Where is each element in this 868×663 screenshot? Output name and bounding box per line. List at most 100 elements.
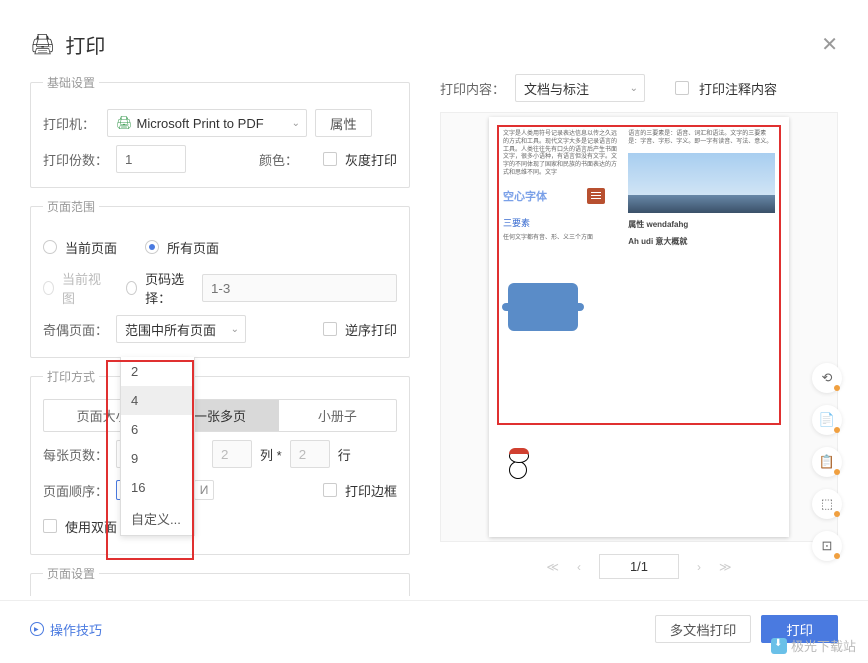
preview-area: 文字是人类用符号记录表达信息以传之久远的方式和工具。现代文字大多是记录语言的工具…	[440, 112, 838, 542]
col-label: 列 *	[260, 445, 282, 464]
odd-even-value: 范围中所有页面	[125, 320, 216, 339]
radio-all-pages[interactable]	[145, 240, 159, 254]
attr-text2: Ah udi 意大概就	[628, 236, 775, 247]
tool-scan-icon[interactable]: ⊡	[812, 531, 842, 561]
printer-label: 打印机：	[43, 114, 99, 133]
title-text: 打印	[65, 30, 105, 59]
watermark-logo-icon	[771, 638, 787, 654]
tool-crop-icon[interactable]: ⬚	[812, 489, 842, 519]
tips-link[interactable]: 操作技巧	[30, 620, 102, 639]
preview-text-right: 语言的三要素是：语音、词汇和语法。文字的三要素是：字音、字形、字义。即一字有读音…	[628, 131, 775, 147]
pages-per-sheet-label: 每张页数：	[43, 445, 108, 464]
attr-text1: 属性 wendafahg	[628, 219, 775, 230]
three-elements: 三要素	[503, 216, 618, 229]
order-reversen-icon[interactable]: И	[194, 480, 214, 500]
preview-panel: 打印内容： 文档与标注 ⌄ 打印注释内容 文字是人类用符号记录表达信息以传之久远	[430, 69, 848, 596]
method-tabs: 页面大小 一张多页 小册子	[43, 399, 397, 432]
preview-content: 文字是人类用符号记录表达信息以传之久远的方式和工具。现代文字大多是记录语言的工具…	[503, 131, 775, 331]
preview-text-block: 文字是人类用符号记录表达信息以传之久远的方式和工具。现代文字大多是记录语言的工具…	[503, 131, 618, 178]
print-content-label: 打印内容：	[440, 79, 505, 98]
preview-controls: 打印内容： 文档与标注 ⌄ 打印注释内容	[440, 74, 838, 102]
pages-per-sheet-dropdown: 2 4 6 9 16 自定义...	[120, 357, 195, 536]
tab-booklet[interactable]: 小册子	[279, 400, 396, 431]
radio-current-view	[43, 281, 54, 295]
dropdown-opt-4[interactable]: 4	[121, 386, 194, 415]
radio-page-select[interactable]	[126, 281, 137, 295]
dropdown-opt-custom[interactable]: 自定义...	[121, 502, 194, 535]
printer-select[interactable]: 🖨 Microsoft Print to PDF ⌄	[107, 109, 307, 137]
dialog-header: 🖨 打印 ✕	[0, 0, 868, 69]
chevron-down-icon: ⌄	[231, 324, 239, 335]
properties-button[interactable]: 属性	[315, 109, 372, 137]
page-indicator[interactable]: 1/1	[599, 554, 679, 579]
basic-settings-group: 基础设置 打印机： 🖨 Microsoft Print to PDF ⌄ 属性 …	[30, 74, 410, 188]
row-label: 行	[338, 445, 351, 464]
tool-rotate-icon[interactable]: ⟲	[812, 363, 842, 393]
annotations-label: 打印注释内容	[699, 79, 777, 98]
radio-current-page[interactable]	[43, 240, 57, 254]
page-setup-group: 页面设置 纸张大小： ⌄ 页边距 纸张方向： 横向	[30, 565, 410, 596]
first-page-icon[interactable]: ≪	[546, 560, 559, 574]
print-content-value: 文档与标注	[524, 79, 589, 98]
basic-legend: 基础设置	[43, 74, 99, 91]
printer-value: Microsoft Print to PDF	[137, 116, 264, 131]
preview-text-small: 任何文字都有音、形、义三个方面	[503, 235, 618, 243]
settings-panel: 基础设置 打印机： 🖨 Microsoft Print to PDF ⌄ 属性 …	[20, 69, 420, 596]
label-page-select: 页码选择：	[145, 269, 194, 307]
chevron-down-icon: ⌄	[630, 83, 638, 94]
tool-copy-icon[interactable]: 📋	[812, 447, 842, 477]
print-icon: 🖨	[30, 32, 55, 57]
print-method-group: 打印方式 页面大小 一张多页 小册子 每张页数： 4 ⌄ 列 * 行	[30, 368, 410, 555]
dropdown-opt-16[interactable]: 16	[121, 473, 194, 502]
page-setup-legend: 页面设置	[43, 565, 99, 582]
reverse-checkbox[interactable]	[323, 322, 337, 336]
dialog-footer: 操作技巧 多文档打印 打印	[0, 600, 868, 663]
border-label: 打印边框	[345, 481, 397, 500]
tips-text: 操作技巧	[50, 620, 102, 639]
tool-page-icon[interactable]: 📄	[812, 405, 842, 435]
annotations-checkbox[interactable]	[675, 81, 689, 95]
next-page-icon[interactable]: ›	[697, 560, 701, 574]
range-legend: 页面范围	[43, 198, 99, 215]
dialog-title: 🖨 打印	[30, 30, 105, 59]
copies-input[interactable]	[116, 145, 186, 173]
page-select-input[interactable]	[202, 274, 397, 302]
grayscale-checkbox[interactable]	[323, 152, 337, 166]
grayscale-label: 灰度打印	[345, 150, 397, 169]
printer-device-icon: 🖨	[116, 115, 133, 131]
dropdown-opt-9[interactable]: 9	[121, 444, 194, 473]
pager: ≪ ‹ 1/1 › ≫	[440, 542, 838, 591]
multi-doc-button[interactable]: 多文档打印	[655, 615, 752, 643]
dropdown-opt-2[interactable]: 2	[121, 357, 194, 386]
bunny-graphic	[509, 449, 549, 497]
watermark-text: 极光下载站	[791, 636, 856, 655]
blue-shape	[508, 283, 578, 331]
sky-image	[628, 153, 775, 213]
prev-page-icon[interactable]: ‹	[577, 560, 581, 574]
last-page-icon[interactable]: ≫	[719, 560, 732, 574]
chevron-down-icon: ⌄	[292, 118, 300, 129]
close-button[interactable]: ✕	[821, 32, 838, 57]
side-toolbar: ⟲ 📄 📋 ⬚ ⊡	[812, 363, 842, 561]
preview-page: 文字是人类用符号记录表达信息以传之久远的方式和工具。现代文字大多是记录语言的工具…	[489, 117, 789, 537]
method-legend: 打印方式	[43, 368, 99, 385]
order-label: 页面顺序：	[43, 481, 108, 500]
page-range-group: 页面范围 当前页面 所有页面 当前视图 页码选择： 奇偶	[30, 198, 410, 358]
odd-even-select[interactable]: 范围中所有页面 ⌄	[116, 315, 246, 343]
label-current-page: 当前页面	[65, 238, 117, 257]
comment-icon	[587, 188, 605, 204]
color-label: 颜色：	[259, 150, 315, 169]
watermark: 极光下载站	[771, 636, 856, 655]
print-content-select[interactable]: 文档与标注 ⌄	[515, 74, 645, 102]
rows-input[interactable]	[290, 440, 330, 468]
duplex-label: 使用双面	[65, 517, 117, 536]
hollow-text: 空心字体	[503, 188, 547, 204]
columns-input[interactable]	[212, 440, 252, 468]
reverse-label: 逆序打印	[345, 320, 397, 339]
odd-even-label: 奇偶页面：	[43, 320, 108, 339]
print-dialog: 🖨 打印 ✕ 基础设置 打印机： 🖨 Microsoft Print to PD…	[0, 0, 868, 663]
dropdown-opt-6[interactable]: 6	[121, 415, 194, 444]
label-current-view: 当前视图	[62, 269, 101, 307]
border-checkbox[interactable]	[323, 483, 337, 497]
duplex-checkbox[interactable]	[43, 519, 57, 533]
